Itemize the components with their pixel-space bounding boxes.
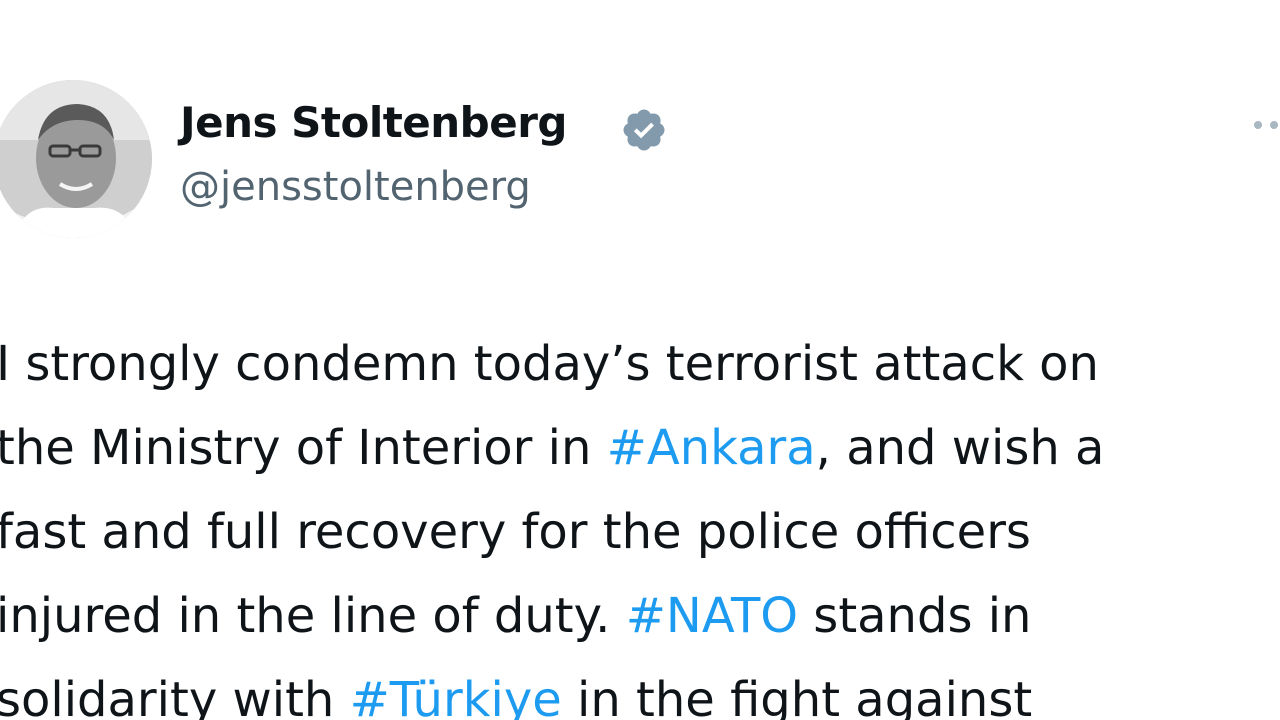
avatar-portrait-image: [0, 80, 152, 238]
more-options-dot: [1270, 121, 1278, 129]
tweet-text-line: injured in the line of duty. #NATO stand…: [0, 574, 1280, 658]
tweet-text-line: solidarity with #Türkiye in the fight ag…: [0, 658, 1280, 720]
author-handle[interactable]: @jensstoltenberg: [180, 164, 531, 210]
tweet-text-segment: fast and full recovery for the police of…: [0, 504, 1031, 560]
hashtag-link[interactable]: #Ankara: [607, 420, 816, 476]
hashtag-link[interactable]: #Türkiye: [350, 672, 562, 720]
more-options-icon[interactable]: [1248, 104, 1280, 144]
avatar[interactable]: [0, 80, 152, 238]
tweet-text-segment: injured in the line of duty.: [0, 588, 626, 644]
tweet-text-segment: solidarity with: [0, 672, 350, 720]
tweet-text: I strongly condemn today’s terrorist att…: [0, 322, 1280, 720]
tweet-text-segment: stands in: [798, 588, 1032, 644]
tweet-text-segment: in the fight against: [561, 672, 1033, 720]
verified-badge-icon: [623, 109, 665, 151]
tweet-text-line: the Ministry of Interior in #Ankara, and…: [0, 406, 1280, 490]
tweet-text-segment: , and wish a: [815, 420, 1105, 476]
hashtag-link[interactable]: #NATO: [626, 588, 798, 644]
more-options-dot: [1254, 121, 1262, 129]
tweet-text-segment: I strongly condemn today’s terrorist att…: [0, 336, 1099, 392]
tweet-text-line: fast and full recovery for the police of…: [0, 490, 1280, 574]
tweet-card: Jens Stoltenberg @jensstoltenberg I stro…: [0, 0, 1280, 720]
tweet-text-line: I strongly condemn today’s terrorist att…: [0, 322, 1280, 406]
author-display-name[interactable]: Jens Stoltenberg: [180, 98, 568, 147]
tweet-text-segment: the Ministry of Interior in: [0, 420, 607, 476]
